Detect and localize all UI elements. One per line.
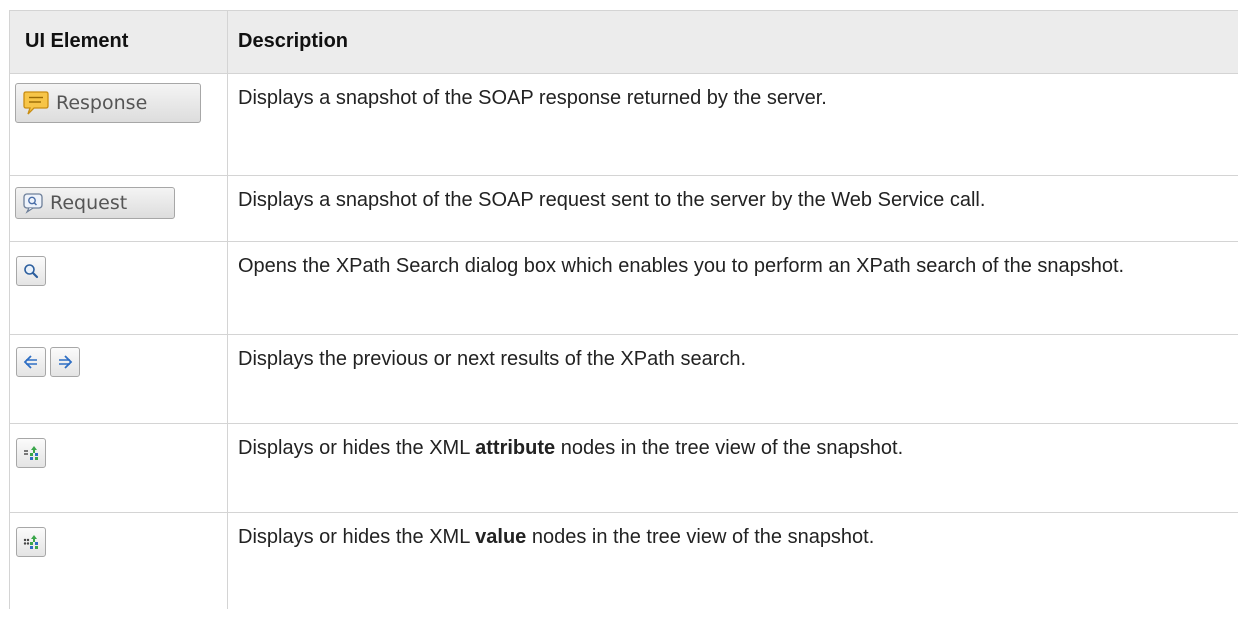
table-row: Request Displays a snapshot of the SOAP … [9,176,1238,242]
table-row: Displays the previous or next results of… [9,335,1238,424]
next-result-button[interactable] [50,347,80,377]
request-speech-bubble-icon [22,192,44,214]
description-text: nodes in the tree view of the snapshot. [555,437,904,459]
previous-result-button[interactable] [16,347,46,377]
description-cell: Displays a snapshot of the SOAP request … [238,189,986,211]
response-button[interactable]: Response [15,83,201,123]
toggle-value-nodes-button[interactable] [16,527,46,557]
value-nodes-icon [21,532,41,552]
description-text: Displays or hides the XML [238,526,476,548]
arrow-right-icon [56,353,74,371]
description-bold-term: value [475,526,527,548]
table-row: Response Displays a snapshot of the SOAP… [9,74,1238,176]
description-cell: Opens the XPath Search dialog box which … [238,255,1125,277]
request-button-label: Request [50,192,128,214]
table-row: Displays or hides the XML attribute node… [9,424,1238,513]
table-row: Opens the XPath Search dialog box which … [9,242,1238,335]
xpath-search-button[interactable] [16,256,46,286]
header-description: Description [238,30,349,52]
ui-element-cell: Response [9,74,228,175]
attribute-nodes-icon [21,443,41,463]
toggle-attribute-nodes-button[interactable] [16,438,46,468]
description-bold-term: attribute [475,437,556,459]
response-button-label: Response [56,92,148,114]
description-cell: Displays or hides the XML value nodes in… [228,513,1238,609]
ui-elements-table: UI Element Description Response Displays… [9,10,1238,609]
description-cell: Displays the previous or next results of… [238,348,747,370]
description-cell: Displays a snapshot of the SOAP response… [238,87,827,109]
ui-element-cell [9,513,228,609]
ui-element-cell: Request [9,176,228,241]
ui-element-cell [9,335,228,423]
table-header-row: UI Element Description [9,10,1238,74]
ui-element-cell [9,424,228,512]
request-button[interactable]: Request [15,187,175,219]
header-ui-element: UI Element [9,11,228,73]
description-cell: Displays or hides the XML attribute node… [228,424,1238,512]
table-row: Displays or hides the XML value nodes in… [9,513,1238,609]
ui-element-cell [9,242,228,334]
magnifier-icon [22,262,40,280]
description-text: Displays or hides the XML [238,437,476,459]
response-speech-bubble-icon [22,89,50,117]
arrow-left-icon [22,353,40,371]
description-text: nodes in the tree view of the snapshot. [526,526,875,548]
